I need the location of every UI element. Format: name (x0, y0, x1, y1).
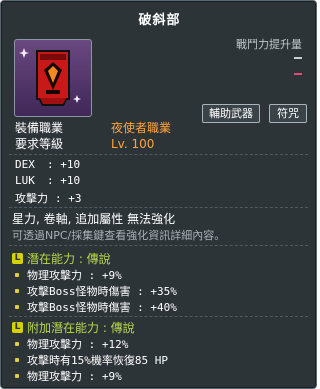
stat-value: : +10 (47, 174, 81, 187)
stat-value: : +10 (47, 158, 81, 171)
legendary-grade-icon: L (12, 253, 23, 264)
symbol-button[interactable]: 符咒 (269, 104, 307, 123)
enhance-restriction-text: 星力, 卷軸, 追加屬性 無法強化 (12, 212, 176, 226)
power-unchanged-mark (294, 57, 302, 59)
bullet-icon (15, 374, 19, 378)
power-change-mark (294, 73, 302, 75)
additional-potential-line: 物理攻擊力 : +12% (15, 336, 128, 352)
stat-attack: 攻擊力 : +3 (15, 190, 82, 206)
divider (9, 207, 308, 208)
bullet-icon (15, 358, 19, 362)
stat-key: 攻擊力 (15, 192, 48, 205)
divider (9, 316, 308, 317)
potential-line-text: 物理攻擊力 : +9% (27, 269, 122, 282)
potential-line: 物理攻擊力 : +9% (15, 267, 122, 283)
additional-potential-header: L 附加潛在能力 : 傳說 (12, 319, 135, 336)
level-requirement: 要求等級 Lv. 100 (15, 135, 154, 152)
item-icon-frame (14, 39, 92, 117)
divider (9, 245, 308, 246)
additional-potential-line-text: 攻擊時有15%機率恢復85 HP (27, 354, 168, 367)
potential-line-text: 攻擊Boss怪物時傷害 : +35% (27, 285, 177, 298)
additional-potential-title: 附加潛在能力 : 傳說 (27, 321, 135, 335)
additional-potential-line: 攻擊時有15%機率恢復85 HP (15, 352, 168, 368)
level-value: Lv. 100 (111, 137, 155, 151)
divider (9, 154, 308, 155)
stat-luk: LUK : +10 (15, 174, 80, 187)
stat-key: DEX (15, 158, 35, 171)
item-name: 破斜部 (138, 13, 181, 28)
talisman-icon (19, 48, 81, 106)
bullet-icon (15, 289, 19, 293)
potential-title: 潛在能力 : 傳說 (27, 252, 111, 266)
job-value: 夜使者職業 (111, 121, 172, 135)
bullet-icon (15, 305, 19, 309)
power-increase-label: 戰鬥力提升量 (236, 38, 302, 51)
level-label: 要求等級 (15, 137, 64, 151)
job-label: 裝備職業 (15, 121, 64, 135)
potential-line: 攻擊Boss怪物時傷害 : +35% (15, 283, 177, 299)
stat-dex: DEX : +10 (15, 158, 80, 171)
bullet-icon (15, 273, 19, 277)
stat-value: : +3 (55, 192, 82, 205)
additional-potential-line-text: 物理攻擊力 : +12% (27, 338, 129, 351)
additional-potential-line-text: 物理攻擊力 : +9% (27, 370, 122, 383)
stat-key: LUK (15, 174, 35, 187)
potential-line-text: 攻擊Boss怪物時傷害 : +40% (27, 301, 177, 314)
legendary-grade-icon: L (12, 322, 23, 333)
job-requirement: 裝備職業 夜使者職業 (15, 119, 171, 136)
potential-header: L 潛在能力 : 傳說 (12, 250, 111, 267)
item-tooltip: 破斜部 戰鬥力提升量 裝備職業 夜使者職業 要求等級 Lv. 100 輔助武器 符咒… (0, 0, 317, 389)
enhance-hint-text: 可透過NPC/採集鍵查看強化資訊詳細內容。 (12, 229, 226, 242)
additional-potential-line: 物理攻擊力 : +9% (15, 368, 122, 384)
secondary-weapon-button[interactable]: 輔助武器 (202, 104, 260, 123)
bullet-icon (15, 342, 19, 346)
potential-line: 攻擊Boss怪物時傷害 : +40% (15, 299, 177, 315)
